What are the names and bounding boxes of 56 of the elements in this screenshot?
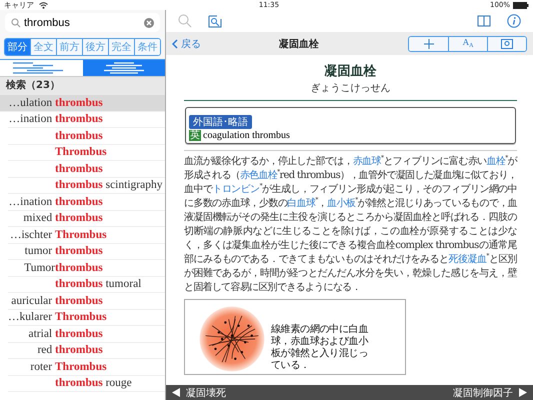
term-link[interactable]: 血小板 (327, 198, 356, 209)
term-link[interactable]: 赤色血栓 (240, 170, 278, 181)
foreign-term: coagulation thrombus (203, 130, 290, 141)
headword-reading: ぎょうこけっせん (184, 81, 517, 101)
view-toggle[interactable] (0, 60, 82, 76)
result-item[interactable]: thrombus rouge (8, 376, 165, 392)
result-item[interactable]: Tumorthrombus (8, 260, 165, 276)
previous-entry-button[interactable]: 凝固壊死 (172, 386, 226, 400)
result-item[interactable]: thrombus (8, 161, 165, 178)
chevron-left-icon (172, 38, 178, 48)
result-item[interactable]: red thrombus (8, 342, 165, 359)
clear-icon[interactable] (144, 18, 154, 28)
figure-caption: 線維素の網の中に白血球，赤血球および血小板が雑然と入り混じっている． (271, 324, 370, 372)
result-item[interactable]: auricular thrombus (8, 293, 165, 310)
next-entry-button[interactable]: 凝固制御因子 (453, 386, 527, 400)
wifi-icon (39, 2, 48, 8)
result-item[interactable]: …kularer Thrombus (8, 310, 165, 326)
clot-illustration-drawing (199, 306, 265, 372)
match-tab[interactable]: 部分 (5, 39, 30, 55)
result-item[interactable]: roter Thrombus (8, 359, 165, 376)
language-badge: 英 (189, 130, 201, 141)
result-item[interactable]: …ulation thrombus (0, 95, 165, 112)
add-button[interactable] (409, 36, 448, 50)
term-link[interactable]: 白血球 (287, 198, 316, 209)
triangle-left-icon (172, 388, 180, 397)
battery-icon (513, 2, 529, 8)
search-icon (11, 18, 21, 28)
book-icon[interactable] (477, 15, 491, 27)
triangle-right-icon (519, 388, 527, 397)
search-field[interactable]: thrombus (5, 13, 160, 32)
result-item[interactable]: mixed thrombus (8, 210, 165, 227)
plus-icon (424, 38, 434, 48)
view-toggle[interactable] (82, 60, 165, 76)
term-link[interactable]: トロンビン (212, 184, 260, 195)
image-search-icon[interactable] (208, 14, 222, 28)
result-item[interactable]: …ination thrombus (8, 112, 165, 128)
result-item[interactable]: thrombus (8, 128, 165, 144)
term-link[interactable]: 死後凝血 (448, 254, 486, 265)
foreign-term-label: 外国語･略語 (189, 115, 252, 129)
term-link[interactable]: 赤血球 (352, 156, 381, 167)
result-item[interactable]: …ischter Thrombus (8, 227, 165, 244)
result-item[interactable]: Thrombus (8, 144, 165, 161)
entry-paragraph: 血流が緩徐化するか，停止した部では，赤血球$^{*}$とフィブリンに富む赤い血栓$^{*}$が形成される（赤色血栓$^{*}$red thrombus），血管外で凝固した凝血塊に似ており，血中で トロンビン$^{*}$が生成し，フィブリン形成が起こり，そのフィブリン網の中に多数の赤血球，少数の白血球$^{*}$，血小板$^{*}$が雑然と混じりあっているもので，血液凝固機転がその発生に主役を演じるところから凝固血栓と呼ばれる．四肢の切断端の静脈内などに生じることを除けば，この血栓が原発することは少なく，多くは凝集血栓が生じた後にできる複合血栓complex thrombusの通常尾部にみるものである．できてまもないものはそれだけをみると死後凝血$^{*}$と区別が困難であるが，時間が経つとだんだん水分を失い，乾燥した感じを与え，壁と固着して容易に区別できるようになる． (184, 150, 517, 295)
result-item[interactable]: thrombus tumoral (8, 276, 165, 293)
page-title: 凝固血栓 (279, 38, 319, 50)
result-item[interactable]: atrial thrombus (8, 326, 165, 342)
term-link[interactable]: 血栓 (486, 156, 506, 167)
results-header: 検索（23） (0, 77, 165, 95)
back-button[interactable]: 戻る (172, 36, 201, 50)
result-item[interactable]: thrombus scintigraphy (8, 178, 165, 194)
image-search-button[interactable] (487, 36, 526, 50)
result-item[interactable]: tumor thrombus (8, 244, 165, 260)
headword: 凝固血栓 (324, 63, 378, 80)
info-icon[interactable] (507, 14, 521, 28)
picture-search-icon (501, 38, 513, 48)
result-item[interactable]: …ination thrombus (8, 194, 165, 210)
